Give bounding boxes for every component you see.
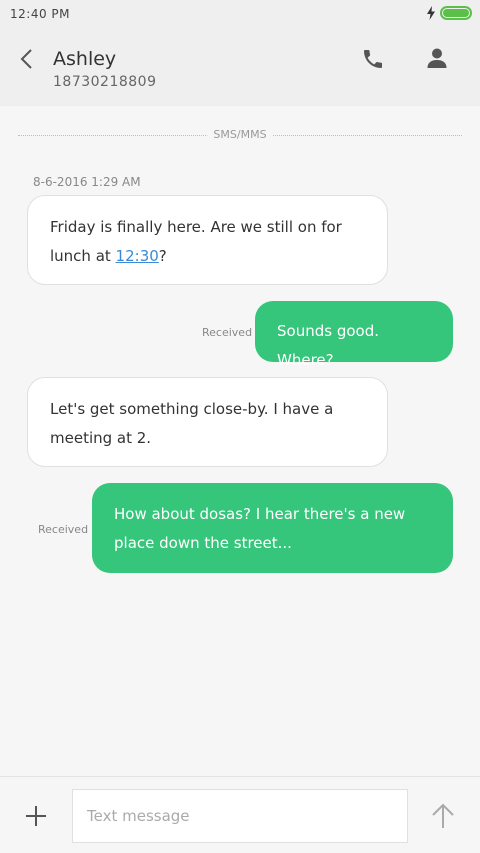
outgoing-message-bubble[interactable]: How about dosas? I hear there's a new pl… [92,483,453,573]
delivery-status: Received [38,523,89,536]
time-link[interactable]: 12:30 [116,247,159,265]
status-indicators [426,6,472,20]
incoming-message-bubble[interactable]: Let's get something close-by. I have a m… [27,377,388,467]
outgoing-message-bubble[interactable]: Sounds good. Where? [255,301,453,369]
message-text: Friday is finally here. Are we still on … [50,218,342,265]
phone-icon[interactable] [361,47,385,71]
status-bar: 12:40 PM [0,0,480,28]
back-icon[interactable] [18,48,38,70]
delivery-status: Received [202,326,253,339]
text-message-input[interactable] [72,789,408,843]
conversation-header: Ashley 18730218809 [0,28,480,106]
status-time: 12:40 PM [10,7,70,21]
message-type-divider: SMS/MMS [18,128,462,142]
message-text: How about dosas? I hear there's a new pl… [114,505,406,552]
contact-name: Ashley [53,48,117,70]
send-icon[interactable] [430,802,456,830]
message-text: Sounds good. Where? [277,322,379,369]
bolt-icon [427,6,435,20]
incoming-message-bubble[interactable]: Friday is finally here. Are we still on … [27,195,388,285]
contact-number: 18730218809 [53,74,157,90]
message-composer [0,776,480,853]
divider-label: SMS/MMS [207,128,273,141]
battery-fill [443,9,469,17]
message-text-end: ? [158,247,167,265]
message-text: Let's get something close-by. I have a m… [50,400,334,447]
message-timestamp: 8-6-2016 1:29 AM [33,175,141,189]
add-icon[interactable] [24,804,48,828]
battery-icon [440,6,472,20]
person-icon[interactable] [426,47,448,69]
